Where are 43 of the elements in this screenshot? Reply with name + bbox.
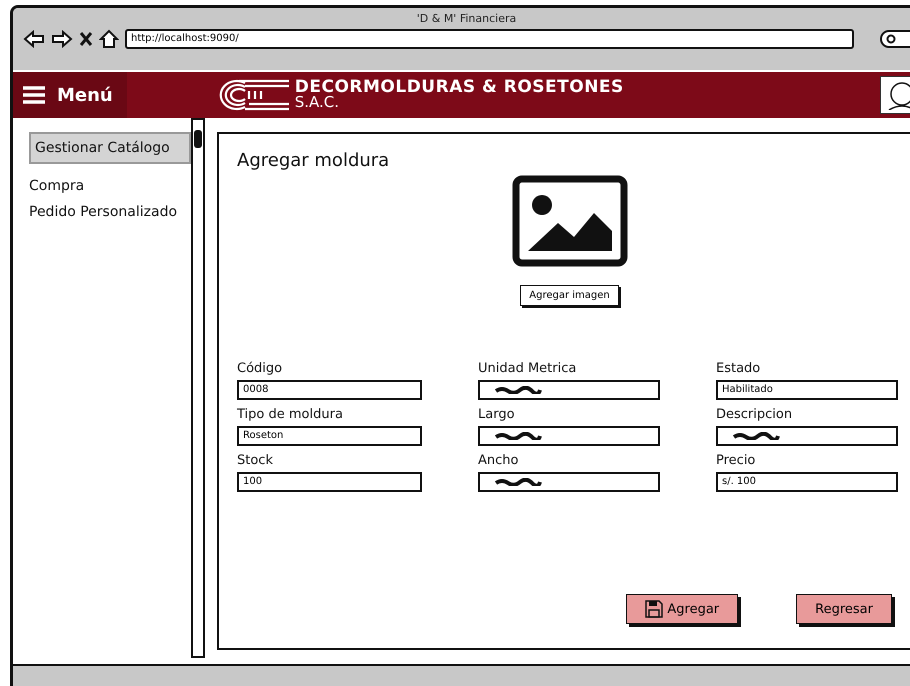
window-title: 'D & M' Financiera	[416, 12, 516, 25]
scribble-icon	[494, 478, 542, 486]
field-label: Descripcion	[716, 407, 794, 422]
save-icon	[645, 600, 664, 618]
url-field[interactable]: http://localhost:9090/	[125, 29, 854, 49]
field-label: Estado	[716, 361, 762, 376]
input-field[interactable]: 100	[237, 472, 422, 492]
field-label: Ancho	[478, 453, 520, 468]
field-label: Stock	[237, 453, 274, 468]
input-field[interactable]: Roseton	[237, 426, 422, 446]
back-button[interactable]: Regresar	[796, 594, 892, 624]
input-field[interactable]	[716, 426, 898, 446]
input-field[interactable]	[478, 472, 660, 492]
scribble-icon	[494, 386, 542, 394]
add-image-button[interactable]: Agregar imagen	[520, 285, 619, 306]
home-icon[interactable]	[99, 29, 119, 49]
company-suffix: S.A.C.	[294, 95, 340, 110]
input-field[interactable]	[478, 380, 660, 400]
input-field[interactable]: s/. 100	[716, 472, 898, 492]
sidebar-item[interactable]: Compra	[29, 178, 191, 194]
scribble-icon	[732, 432, 780, 440]
close-icon[interactable]	[79, 31, 93, 47]
image-placeholder-icon	[512, 175, 628, 267]
field-label: Unidad Metrica	[478, 361, 578, 376]
scrollbar[interactable]	[191, 118, 205, 658]
sidebar-item[interactable]: Gestionar Catálogo	[29, 132, 191, 164]
field-label: Código	[237, 361, 284, 376]
back-icon[interactable]	[23, 30, 45, 48]
input-field[interactable]: 0008	[237, 380, 422, 400]
menu-icon	[23, 86, 45, 104]
field-label: Precio	[716, 453, 756, 468]
form-title: Agregar moldura	[237, 150, 390, 171]
menu-button[interactable]: Menú	[13, 72, 127, 118]
input-field[interactable]	[478, 426, 660, 446]
add-button[interactable]: Agregar	[626, 594, 738, 624]
forward-icon[interactable]	[51, 30, 73, 48]
company-name: DECORMOLDURAS & ROSETONES	[294, 80, 624, 95]
scribble-icon	[494, 432, 542, 440]
sidebar-item[interactable]: Pedido Personalizado	[29, 204, 191, 220]
field-label: Tipo de moldura	[237, 407, 344, 422]
input-field[interactable]: Habilitado	[716, 380, 898, 400]
search-icon	[886, 34, 896, 44]
field-label: Largo	[478, 407, 516, 422]
